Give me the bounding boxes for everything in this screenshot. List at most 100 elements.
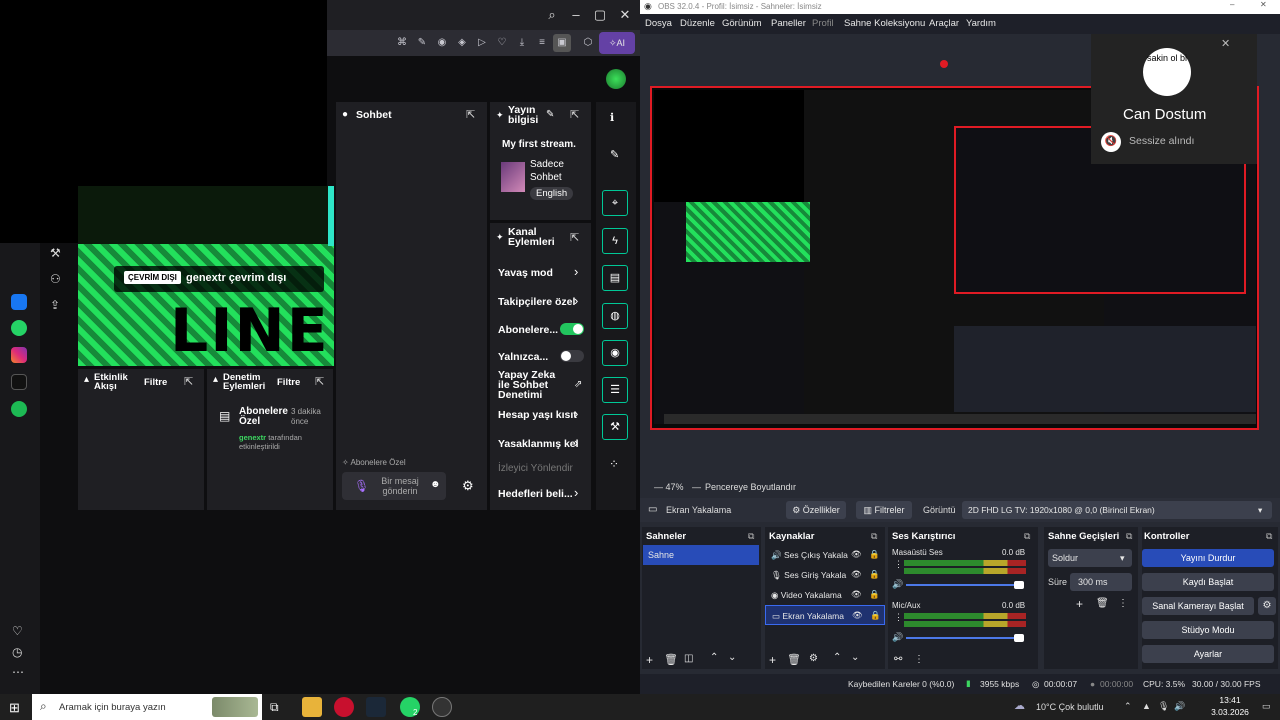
source-item[interactable]: ◉ Video Yakalama 👁 🔒 (765, 585, 885, 605)
menu-docks[interactable]: Paneller (771, 18, 806, 29)
steam-icon[interactable] (366, 697, 386, 717)
action-only[interactable]: Yalnızca... (498, 351, 548, 363)
speaker-icon[interactable]: 🔊 (892, 579, 903, 590)
settings-button[interactable]: Ayarlar (1142, 645, 1274, 663)
menu-tools[interactable]: Araçlar (929, 18, 959, 29)
action-account-age[interactable]: Hesap yaşı kısıt (498, 409, 577, 421)
camera-icon[interactable]: ◉ (433, 34, 451, 52)
extension-icon[interactable]: ▣ (553, 34, 571, 52)
filters-button[interactable]: ▥ Filtreler (856, 501, 912, 519)
add-icon[interactable]: + (1076, 597, 1083, 611)
apps-icon[interactable]: ⁘ (609, 457, 619, 471)
clock-icon[interactable]: ◷ (12, 645, 22, 659)
popout-icon[interactable]: ⇱ (315, 375, 324, 388)
pencil-icon[interactable]: ✎ (610, 148, 619, 161)
stream-category[interactable]: Sadece Sohbet (530, 158, 580, 184)
menu-file[interactable]: Dosya (645, 18, 672, 29)
ai-button[interactable]: ✧AI (599, 32, 635, 54)
menu-edit[interactable]: Düzenle (680, 18, 715, 29)
wrench-icon[interactable]: ⚒ (50, 246, 61, 260)
users-icon[interactable]: ⚇ (50, 272, 61, 286)
task-view-icon[interactable]: ⧉ (270, 700, 279, 715)
menu-view[interactable]: Görünüm (722, 18, 762, 29)
search-icon[interactable]: ⌕ (540, 3, 564, 27)
tiktok-icon[interactable] (11, 374, 27, 390)
wrench-icon[interactable]: ⚒ (602, 414, 628, 440)
clock-time[interactable]: 13:41 (1206, 695, 1254, 705)
zoom-minus-icon[interactable]: — (692, 482, 701, 492)
chevron-right-icon[interactable]: › (574, 264, 578, 279)
spotify-icon[interactable] (11, 401, 27, 417)
visibility-icon[interactable]: 👁 (852, 610, 863, 621)
clip-icon[interactable]: ⌖ (602, 190, 628, 216)
maximize-icon[interactable]: ▢ (588, 3, 612, 27)
start-recording-button[interactable]: Kaydı Başlat (1142, 573, 1274, 591)
tray-chevron-icon[interactable]: ⌃ (1124, 701, 1132, 712)
lock-icon[interactable]: 🔒 (869, 549, 880, 560)
popout-icon[interactable]: ⇱ (184, 375, 193, 388)
minimize-icon[interactable]: – (564, 3, 588, 27)
subscribers-only-toggle[interactable] (560, 323, 584, 335)
more-icon[interactable]: ⋯ (12, 665, 24, 679)
add-icon[interactable]: + (769, 653, 776, 667)
display-select[interactable]: 2D FHD LG TV: 1920x1080 @ 0,0 (Birincil … (962, 501, 1272, 519)
action-followers-only[interactable]: Takipçilere özel (498, 296, 575, 308)
action-subscribers-only[interactable]: Abonelere... (498, 324, 558, 336)
chevron-right-icon[interactable]: › (574, 293, 578, 308)
heart-icon[interactable]: ♡ (493, 34, 511, 52)
close-icon[interactable]: ✕ (1221, 37, 1230, 50)
filter-icon[interactable]: ◫ (684, 653, 693, 664)
transform-handle[interactable] (940, 60, 948, 68)
chevron-right-icon[interactable]: › (574, 485, 578, 500)
source-item[interactable]: 🎙 Ses Giriş Yakala 👁 🔒 (765, 565, 885, 585)
visibility-icon[interactable]: 👁 (851, 589, 862, 600)
move-down-icon[interactable]: ⌄ (728, 652, 736, 663)
lightning-icon[interactable]: ϟ (602, 228, 628, 254)
trash-icon[interactable]: 🗑 (787, 653, 801, 666)
list-icon[interactable]: ☰ (602, 377, 628, 403)
lock-icon[interactable]: 🔒 (869, 569, 880, 580)
windows-start-icon[interactable]: ⊞ (9, 700, 20, 716)
edit-icon[interactable]: ✎ (546, 109, 554, 120)
chevron-right-icon[interactable]: › (574, 406, 578, 421)
action-set-goals[interactable]: Hedefleri beli... (498, 488, 573, 500)
messenger-icon[interactable] (11, 294, 27, 310)
menu-scene-collection[interactable]: Sahne Koleksiyonu (844, 18, 925, 29)
zoom-indicator[interactable]: — 47% (654, 482, 684, 492)
virtual-camera-settings-icon[interactable]: ⚙ (1258, 597, 1276, 615)
document-icon[interactable]: ▤ (602, 265, 628, 291)
file-explorer-icon[interactable] (302, 697, 322, 717)
volume-slider[interactable] (906, 634, 1024, 642)
popout-icon[interactable]: ⇱ (570, 108, 579, 121)
studio-mode-button[interactable]: Stüdyo Modu (1142, 621, 1274, 639)
mod-event-user[interactable]: genextr (239, 433, 266, 442)
only-toggle[interactable] (560, 350, 584, 362)
trash-icon[interactable]: 🗑 (664, 653, 678, 666)
instagram-icon[interactable] (11, 347, 27, 363)
visibility-icon[interactable]: 👁 (851, 549, 862, 560)
upload-icon[interactable]: ⇪ (50, 298, 60, 312)
visibility-icon[interactable]: 👁 (851, 569, 862, 580)
volume-slider[interactable] (906, 581, 1024, 589)
dock-float-icon[interactable]: ⧉ (1266, 531, 1272, 542)
minimize-icon[interactable]: – (1230, 0, 1234, 9)
move-down-icon[interactable]: ⌄ (851, 652, 859, 663)
opera-icon[interactable] (334, 697, 354, 717)
shield-icon[interactable]: ◈ (453, 34, 471, 52)
more-icon[interactable]: ⋮ (894, 559, 903, 570)
volume-icon[interactable]: 🔊 (1174, 701, 1185, 712)
start-virtual-camera-button[interactable]: Sanal Kamerayı Başlat (1142, 597, 1254, 615)
add-icon[interactable]: + (646, 653, 653, 667)
whatsapp-icon[interactable] (11, 320, 27, 336)
clock-date[interactable]: 3.03.2026 (1206, 707, 1254, 717)
transition-select[interactable]: Soldur ▾ (1048, 549, 1132, 567)
key-icon[interactable]: ⌘ (393, 34, 411, 52)
avatar[interactable] (606, 69, 626, 89)
chat-bubble-icon[interactable]: ◍ (602, 303, 628, 329)
activity-filter[interactable]: Filtre (144, 377, 167, 388)
dock-float-icon[interactable]: ⧉ (748, 531, 754, 542)
menu-icon[interactable]: ≡ (533, 34, 551, 52)
lock-icon[interactable]: 🔒 (870, 610, 881, 621)
video-player[interactable]: LINE ÇEVRİM DIŞI genextr çevrim dışı (78, 186, 334, 366)
link-icon[interactable]: ⚯ (894, 654, 902, 665)
